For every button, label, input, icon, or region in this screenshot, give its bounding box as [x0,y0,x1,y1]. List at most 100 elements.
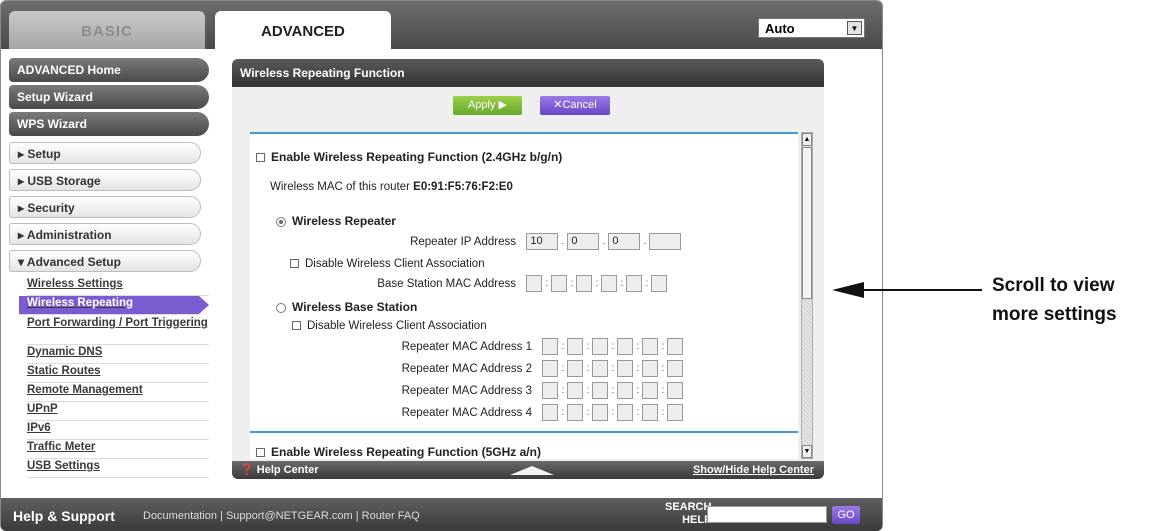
repeater-mac-field[interactable] [667,360,684,377]
base-mac-field[interactable] [601,275,618,292]
repeater-mac-field[interactable] [642,382,659,399]
submenu-dynamic-dns[interactable]: Dynamic DNS [27,345,209,364]
submenu-usb-settings[interactable]: USB Settings [27,459,209,478]
disable-assoc2-checkbox[interactable] [292,321,301,331]
submenu-traffic-meter[interactable]: Traffic Meter [27,440,209,459]
sidebar-item-advanced-home[interactable]: ADVANCED Home [9,58,209,82]
tab-basic[interactable]: BASIC [9,11,205,49]
scroll-down-icon[interactable]: ▼ [802,445,812,458]
wireless-base-station-radio[interactable] [276,302,286,313]
repeater-mac-field[interactable] [617,404,634,421]
base-mac-field[interactable] [626,275,643,292]
sidebar-item-usb-storage[interactable]: ▸ USB Storage [9,169,201,191]
submenu-ipv6[interactable]: IPv6 [27,421,209,440]
sidebar-item-setup-wizard[interactable]: Setup Wizard [9,85,209,109]
base-mac-field[interactable] [651,275,668,292]
repeater-mac-label-2: Repeater MAC Address 2 [401,362,532,375]
repeater-mac-field[interactable] [617,360,634,377]
search-label-line1: SEARCH [665,501,712,513]
show-hide-help-link[interactable]: Show/Hide Help Center [693,464,814,476]
base-mac-field[interactable] [576,275,593,292]
repeater-mac-row-1: Repeater MAC Address 1 ::::: [312,338,684,355]
wireless-repeater-label: Wireless Repeater [292,214,396,228]
repeater-mac-field[interactable] [617,338,634,355]
repeater-mac-field[interactable] [592,338,609,355]
repeater-mac-field[interactable] [542,382,559,399]
router-mac-row: Wireless MAC of this router E0:91:F5:76:… [270,181,513,193]
callout-arrow-icon [832,282,864,298]
repeater-ip-octet-1[interactable]: 10 [526,233,559,250]
top-tab-bar: BASIC ADVANCED Auto ▼ [1,1,882,49]
repeater-mac-field[interactable] [542,338,559,355]
wireless-base-station-row: Wireless Base Station [276,300,417,314]
disable-assoc-label: Disable Wireless Client Association [305,258,485,270]
repeater-mac-field[interactable] [617,382,634,399]
callout-line-1: Scroll to view [992,275,1115,296]
enable-5ghz-checkbox[interactable] [256,448,265,458]
tab-advanced[interactable]: ADVANCED [215,11,391,49]
disable-assoc2-label: Disable Wireless Client Association [307,320,487,332]
repeater-mac-field[interactable] [567,404,584,421]
language-select-value: Auto [765,21,795,36]
language-select[interactable]: Auto ▼ [758,18,865,38]
repeater-mac-field[interactable] [642,338,659,355]
repeater-mac-field[interactable] [642,404,659,421]
submenu-wireless-settings[interactable]: Wireless Settings [27,277,209,296]
repeater-mac-field[interactable] [642,360,659,377]
repeater-mac-field[interactable] [542,360,559,377]
sidebar-item-advanced-setup[interactable]: ▾ Advanced Setup [9,250,201,272]
repeater-ip-octet-4[interactable] [649,233,682,250]
submenu-remote-management[interactable]: Remote Management [27,383,209,402]
repeater-mac-label-1: Repeater MAC Address 1 [401,340,532,353]
footer-links[interactable]: Documentation | Support@NETGEAR.com | Ro… [143,510,420,522]
help-center-label[interactable]: Help Center [257,464,319,476]
wireless-repeater-radio[interactable] [276,216,286,227]
repeater-mac-field[interactable] [592,360,609,377]
sidebar-item-administration[interactable]: ▸ Administration [9,223,201,245]
base-mac-row: Base Station MAC Address ::::: [296,275,668,292]
disable-assoc-checkbox[interactable] [290,259,299,269]
scrollbar-thumb[interactable] [802,147,812,299]
base-mac-field[interactable] [551,275,568,292]
router-mac-label: Wireless MAC of this router [270,181,410,193]
repeater-mac-field[interactable] [667,382,684,399]
go-button[interactable]: GO [832,506,860,524]
repeater-ip-octet-3[interactable]: 0 [608,233,641,250]
wireless-base-station-label: Wireless Base Station [292,300,418,314]
disable-assoc2-row: Disable Wireless Client Association [292,320,487,332]
sidebar-item-setup[interactable]: ▸ Setup [9,142,201,164]
settings-content: Enable Wireless Repeating Function (2.4G… [250,132,798,459]
repeater-mac-field[interactable] [667,404,684,421]
cancel-button[interactable]: ✕Cancel [540,96,610,115]
enable-24ghz-checkbox[interactable] [256,153,265,163]
callout-text: Scroll to view more settings [992,271,1117,329]
section-divider [250,431,798,433]
disable-assoc-row: Disable Wireless Client Association [290,258,485,270]
repeater-mac-field[interactable] [592,404,609,421]
repeater-mac-field[interactable] [567,338,584,355]
apply-button[interactable]: Apply ▶ [453,96,522,115]
repeater-mac-field[interactable] [667,338,684,355]
sidebar: ADVANCED Home Setup Wizard WPS Wizard ▸ … [9,58,209,478]
submenu-static-routes[interactable]: Static Routes [27,364,209,383]
submenu-upnp[interactable]: UPnP [27,402,209,421]
base-mac-field[interactable] [526,275,543,292]
repeater-mac-field[interactable] [567,382,584,399]
search-help-label: SEARCH HELP [665,501,711,527]
sidebar-item-security[interactable]: ▸ Security [9,196,201,218]
triangle-up-icon[interactable] [510,466,554,475]
repeater-mac-field[interactable] [542,404,559,421]
repeater-mac-field[interactable] [592,382,609,399]
search-label-line2: HELP [682,514,712,526]
scroll-up-icon[interactable]: ▲ [802,133,812,146]
repeater-mac-row-4: Repeater MAC Address 4 ::::: [312,404,684,421]
repeater-mac-field[interactable] [567,360,584,377]
chevron-down-icon[interactable]: ▼ [847,21,862,35]
submenu-port-forwarding[interactable]: Port Forwarding / Port Triggering [27,315,209,345]
sidebar-item-wps-wizard[interactable]: WPS Wizard [9,112,209,136]
content-scrollbar[interactable]: ▲ ▼ [801,132,813,459]
submenu-wireless-repeating[interactable]: Wireless Repeating [19,296,209,315]
repeater-ip-octet-2[interactable]: 0 [567,233,600,250]
search-input[interactable] [707,506,827,523]
repeater-ip-row: Repeater IP Address 10. 0. 0. [296,233,682,250]
